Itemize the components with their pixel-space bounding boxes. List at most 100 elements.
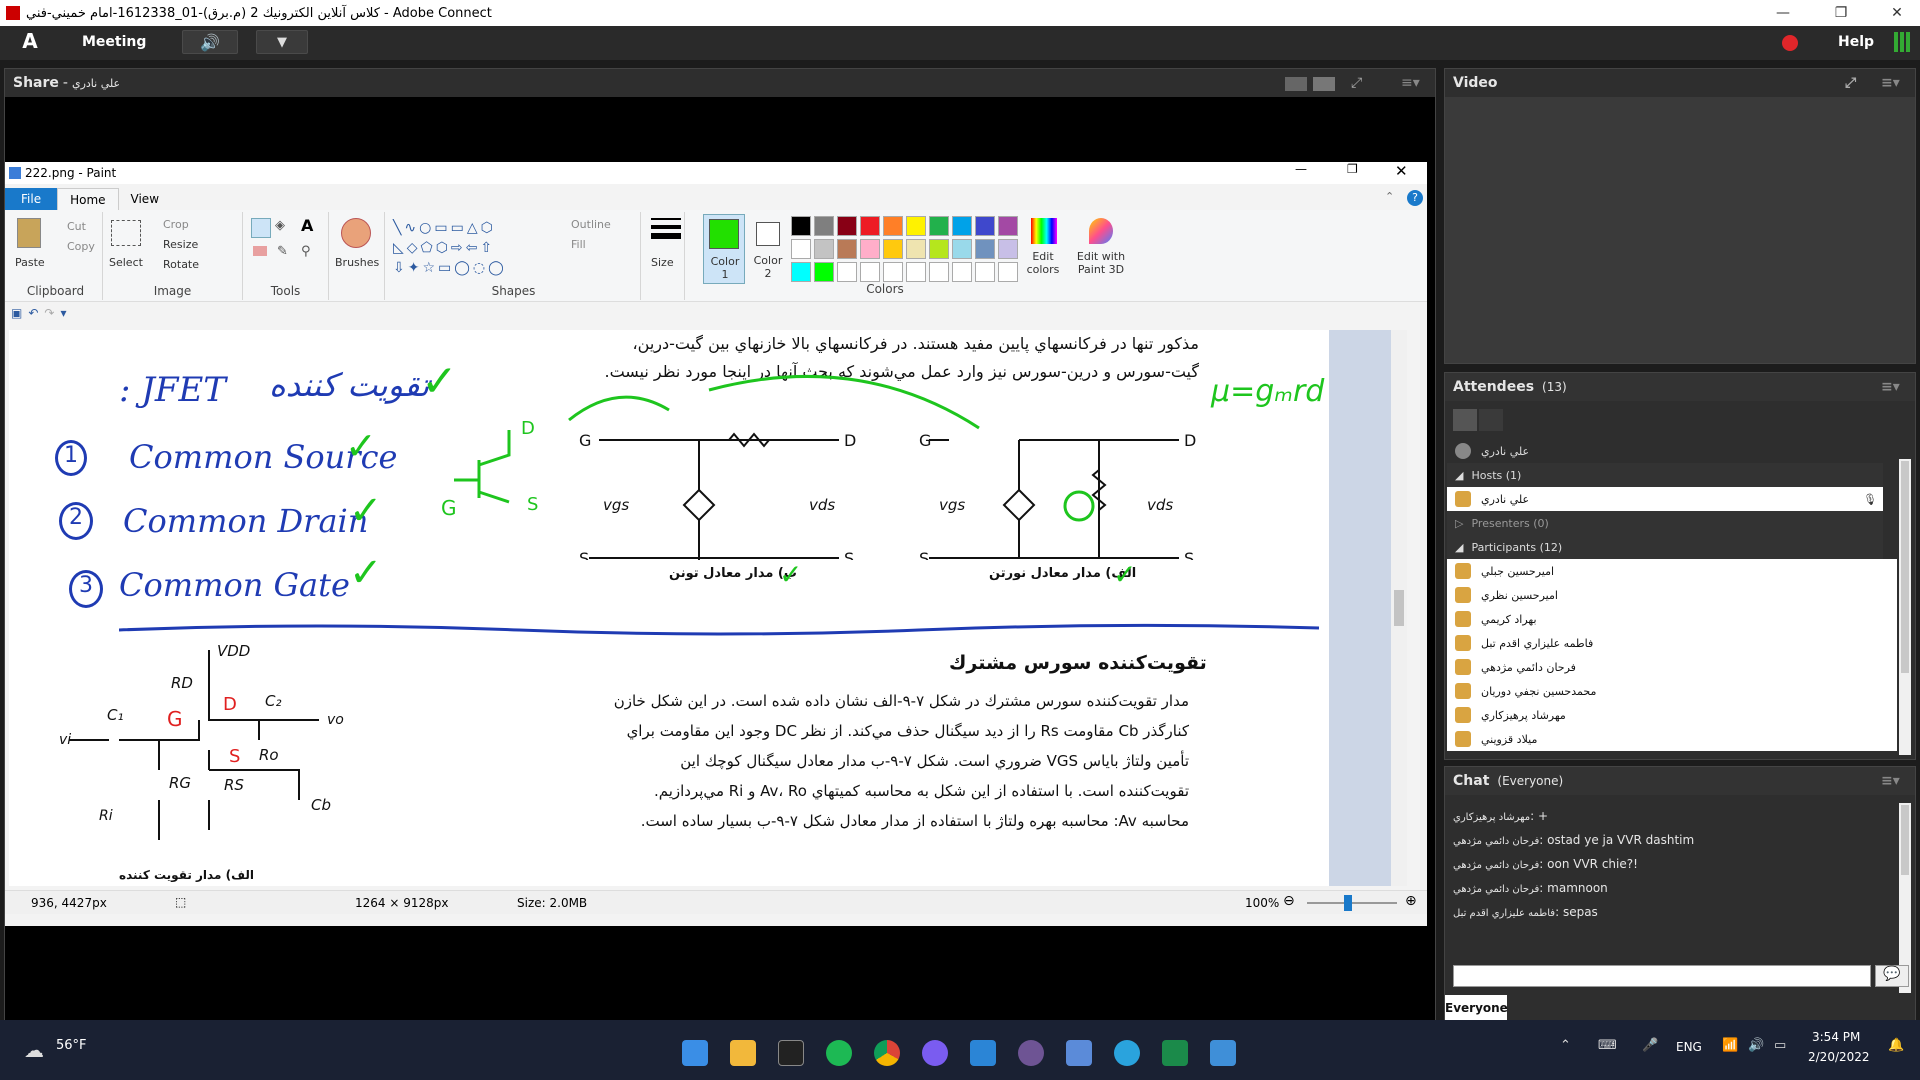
show-hidden-icons[interactable]: ⌃ [1560,1038,1571,1053]
pencil-icon[interactable] [251,218,271,238]
participant-row[interactable]: اميرحسين جبلي [1447,559,1897,583]
app-purple-icon[interactable] [922,1040,948,1066]
attendees-scrollbar[interactable] [1899,459,1911,755]
my-status-row[interactable]: علي نادري [1447,439,1883,463]
participant-row[interactable]: بهراد كريمي [1447,607,1897,631]
brush-icon[interactable] [341,218,371,248]
palette-color-swatch[interactable] [791,216,811,236]
keyboard-icon[interactable]: ⌨ [1598,1038,1617,1053]
host-row[interactable]: علي نادري 🎙 [1447,487,1883,511]
palette-empty-swatch[interactable] [860,262,880,282]
vertical-scrollbar[interactable] [1391,330,1407,886]
edit-colors-button[interactable]: Edit colors [1021,214,1065,284]
select-button[interactable]: Select [109,256,143,269]
participant-row[interactable]: فاطمه عليزاري اقدم تبل [1447,631,1897,655]
palette-color-swatch[interactable] [929,239,949,259]
chat-tab-everyone[interactable]: Everyone [1445,995,1508,1021]
notification-icon[interactable]: 🔔 [1888,1038,1904,1053]
language-indicator[interactable]: ENG [1676,1040,1702,1054]
palette-color-swatch[interactable] [860,216,880,236]
close-button[interactable]: ✕ [1874,0,1920,26]
text-icon[interactable]: A [301,216,313,235]
grid-view-button[interactable] [1479,409,1503,431]
resize-button[interactable]: Resize [163,238,198,251]
start-button-icon[interactable] [682,1040,708,1066]
participant-row[interactable]: اميرحسين نظري [1447,583,1897,607]
fit-width-icon[interactable] [1285,77,1307,91]
network-app-icon[interactable] [1066,1040,1092,1066]
rotate-button[interactable]: Rotate [163,258,199,271]
terminal-icon[interactable] [778,1040,804,1066]
crop-button[interactable]: Crop [163,218,189,231]
spotify-icon[interactable] [826,1040,852,1066]
volume-icon[interactable]: 🔊 [1748,1038,1764,1053]
list-view-button[interactable] [1453,409,1477,431]
copy-button[interactable]: Copy [67,240,95,253]
participant-row[interactable]: فرحان دائمي مژدهي [1447,655,1897,679]
palette-empty-swatch[interactable] [975,262,995,282]
outline-button[interactable]: Outline [571,218,611,231]
palette-empty-swatch[interactable] [883,262,903,282]
brushes-button[interactable]: Brushes [335,256,379,269]
speaker-button[interactable]: 🔊 [182,30,238,54]
palette-empty-swatch[interactable] [929,262,949,282]
chrome-icon[interactable] [874,1040,900,1066]
fill-icon[interactable]: ◈ [275,218,295,238]
actual-size-icon[interactable] [1313,77,1335,91]
minimize-button[interactable]: — [1760,0,1806,26]
maximize-button[interactable]: ❐ [1818,0,1864,26]
shapes-gallery[interactable]: ╲∿○▭▭△⬡ ◺◇⬠⬡⇨⇦⇧ ⇩✦☆▭◯◌◯ [393,218,543,278]
palette-color-swatch[interactable] [883,216,903,236]
tab-file[interactable]: File [5,188,58,210]
palette-empty-swatch[interactable] [998,262,1018,282]
fill-button[interactable]: Fill [571,238,586,251]
hosts-section[interactable]: ◢ Hosts (1) [1447,463,1883,487]
customize-icon[interactable]: ▾ [60,306,72,320]
telegram-icon[interactable] [1114,1040,1140,1066]
paste-icon[interactable] [17,218,41,248]
mic-icon[interactable]: 🎤 [1642,1038,1658,1053]
github-icon[interactable] [1018,1040,1044,1066]
paint-minimize-button[interactable]: — [1295,162,1307,176]
palette-empty-swatch[interactable] [837,262,857,282]
participants-section[interactable]: ◢ Participants (12) [1447,535,1883,559]
color2-button[interactable]: Color 2 [747,214,789,284]
attendees-scroll-thumb[interactable] [1901,461,1909,673]
palette-color-swatch[interactable] [814,216,834,236]
palette-empty-swatch[interactable] [906,262,926,282]
undo-icon[interactable]: ↶ [28,306,44,320]
chat-scroll-thumb[interactable] [1901,805,1909,875]
zoom-slider[interactable] [1307,902,1397,904]
paint-restore-button[interactable]: ❐ [1347,162,1358,176]
palette-color-swatch[interactable] [814,262,834,282]
paint-close-button[interactable]: ✕ [1395,162,1408,180]
clock-time[interactable]: 3:54 PM [1812,1030,1860,1044]
palette-color-swatch[interactable] [998,216,1018,236]
palette-color-swatch[interactable] [791,239,811,259]
palette-color-swatch[interactable] [975,216,995,236]
palette-color-swatch[interactable] [791,262,811,282]
palette-color-swatch[interactable] [906,216,926,236]
palette-color-swatch[interactable] [952,239,972,259]
video-fullscreen-icon[interactable]: ⤢ [1845,75,1856,91]
zoom-slider-thumb[interactable] [1343,895,1352,911]
magnifier-icon[interactable]: ⚲ [301,244,311,259]
color1-button[interactable]: Color 1 [703,214,745,284]
palette-color-swatch[interactable] [837,216,857,236]
palette-color-swatch[interactable] [929,216,949,236]
pod-menu-icon[interactable]: ≡▾ [1401,75,1420,91]
tab-home[interactable]: Home [57,188,119,210]
participant-row[interactable]: مهرشاد پرهيزكاري [1447,703,1897,727]
chat-input[interactable] [1453,965,1871,987]
palette-color-swatch[interactable] [814,239,834,259]
save-icon[interactable]: ▣ [11,306,28,320]
color-picker-icon[interactable]: ✎ [277,244,288,259]
palette-color-swatch[interactable] [998,239,1018,259]
attendees-menu-icon[interactable]: ≡▾ [1881,379,1900,395]
size-button[interactable]: Size [651,256,674,269]
palette-empty-swatch[interactable] [952,262,972,282]
palette-color-swatch[interactable] [837,239,857,259]
tab-view[interactable]: View [119,188,171,210]
participant-row[interactable]: ميلاد قزويني [1447,727,1897,751]
adobe-connect-icon[interactable] [1162,1040,1188,1066]
